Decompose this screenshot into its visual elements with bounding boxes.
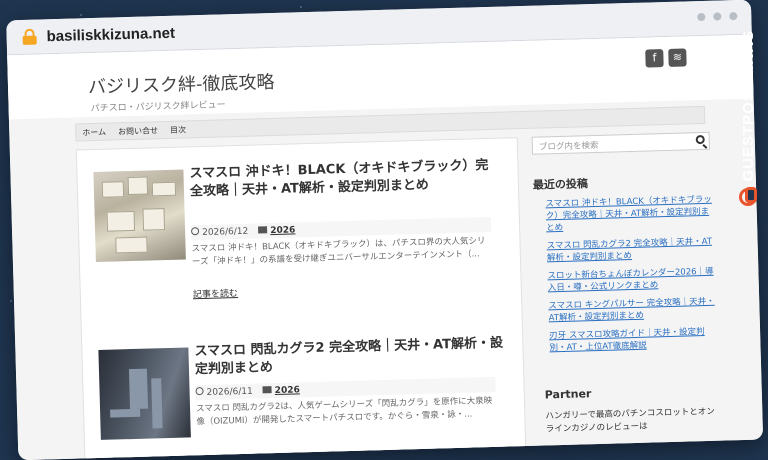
post-category: 2026 — [258, 225, 295, 236]
url-text[interactable]: basiliskkizuna.net — [46, 24, 175, 45]
post-card: スマスロ 閃乱カグラ2 完全攻略｜天井・AT解析・設定判別まとめ 2026/6/… — [98, 335, 511, 460]
post-card: スマスロ 沖ドキ！BLACK（オキドキブラック）完全攻略｜天井・AT解析・設定判… — [93, 157, 507, 308]
feedly-icon[interactable]: f — [645, 49, 664, 68]
read-more-link[interactable]: 記事を読む — [193, 286, 238, 300]
post-date: 2026/6/12 — [190, 226, 248, 239]
window-dot-icon[interactable] — [713, 12, 722, 21]
search-input[interactable]: ブログ内を検索 — [531, 131, 711, 155]
recent-post-link[interactable]: スマスロ 閃乱カグラ2 完全攻略｜天井・AT解析・設定判別まとめ — [546, 236, 715, 265]
recent-post-link[interactable]: スロット新台ちょんぼカレンダー2026｜導入日・噂・公式リンクまとめ — [547, 266, 716, 295]
rss-icon[interactable]: ≋ — [668, 48, 687, 67]
main-column: スマスロ 沖ドキ！BLACK（オキドキブラック）完全攻略｜天井・AT解析・設定判… — [75, 137, 527, 460]
post-date: 2026/6/11 — [195, 386, 253, 399]
nav-item-contact[interactable]: お問い合せ — [118, 125, 158, 137]
post-excerpt: スマスロ 閃乱カグラ2は、人気ゲームシリーズ「閃乱カグラ」を原作に大泉映像（OI… — [195, 395, 493, 428]
calendar-icon — [195, 387, 204, 396]
browser-window: basiliskkizuna.net バジリスク絆-徹底攻略 パチスロ・パジリス… — [6, 0, 764, 460]
post-thumbnail[interactable] — [98, 347, 191, 440]
folder-icon — [262, 385, 272, 393]
recent-post-link[interactable]: 刃牙 スマスロ攻略ガイド｜天井・設定判別・AT・上位AT徹底解説 — [549, 326, 718, 355]
recent-posts-list: スマスロ 沖ドキ！BLACK（オキドキブラック）完全攻略｜天井・AT解析・設定判… — [545, 194, 717, 361]
site-title[interactable]: バジリスク絆-徹底攻略 — [88, 68, 275, 99]
site-description: パチスロ・パジリスク絆レビュー — [90, 100, 226, 115]
partner-text: ハンガリーで最高のパチンコスロットとオンラインカジノのレビューは — [545, 406, 715, 435]
window-controls — [697, 11, 738, 22]
post-title[interactable]: スマスロ 閃乱カグラ2 完全攻略｜天井・AT解析・設定判別まとめ — [194, 335, 505, 380]
watermark-text: GUESTPOSTLINKS — [739, 30, 757, 182]
search-icon[interactable] — [695, 134, 705, 145]
watermark: GUESTPOSTLINKS — [730, 30, 766, 230]
folder-icon — [258, 225, 268, 233]
window-dot-icon[interactable] — [697, 12, 706, 22]
link-logo-icon — [739, 186, 757, 206]
calendar-icon — [190, 227, 200, 236]
lock-icon — [22, 28, 37, 45]
page-content: バジリスク絆-徹底攻略 パチスロ・パジリスク絆レビュー f ≋ ホーム お問い合… — [7, 34, 764, 460]
recent-post-link[interactable]: スマスロ キングパルサー 完全攻略｜天井・AT解析・設定判別まとめ — [548, 296, 717, 325]
nav-item-home[interactable]: ホーム — [82, 126, 106, 138]
post-thumbnail[interactable] — [93, 169, 186, 262]
social-links: f ≋ — [645, 48, 687, 68]
post-category: 2026 — [262, 385, 300, 396]
recent-posts-title: 最近の投稿 — [532, 177, 589, 192]
partner-title: Partner — [544, 387, 592, 402]
post-excerpt: スマスロ 沖ドキ！BLACK（オキドキブラック）は、パチスロ界の大人気シリーズ「… — [191, 236, 486, 268]
recent-post-link[interactable]: スマスロ 沖ドキ！BLACK（オキドキブラック）完全攻略｜天井・AT解析・設定判… — [545, 194, 714, 235]
sidebar: ブログ内を検索 最近の投稿 スマスロ 沖ドキ！BLACK（オキドキブラック）完全… — [531, 131, 715, 434]
window-dot-icon[interactable] — [729, 11, 738, 21]
search-placeholder: ブログ内を検索 — [538, 140, 599, 153]
nav-item-toc[interactable]: 目次 — [170, 124, 186, 135]
post-title[interactable]: スマスロ 沖ドキ！BLACK（オキドキブラック）完全攻略｜天井・AT解析・設定判… — [189, 157, 500, 202]
